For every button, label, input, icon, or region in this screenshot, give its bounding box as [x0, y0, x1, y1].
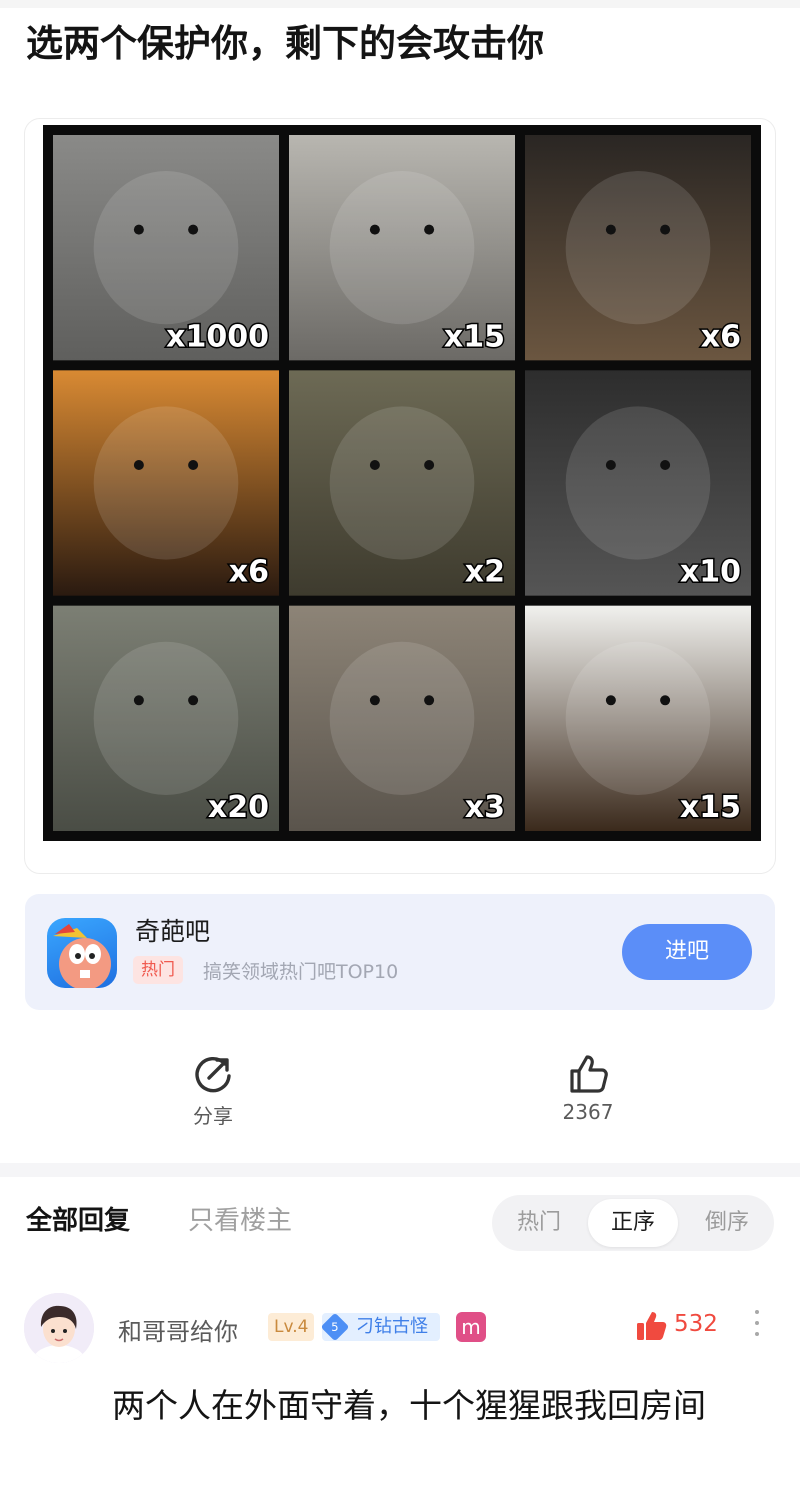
comment-like-count: 532: [674, 1311, 718, 1337]
fan-level-icon: 5: [320, 1312, 350, 1342]
meme-tile-label: x10: [680, 555, 741, 590]
tab-op-only[interactable]: 只看楼主: [188, 1200, 292, 1237]
sort-descending[interactable]: 倒序: [682, 1199, 772, 1247]
forum-description: 搞笑领域热门吧TOP10: [203, 961, 399, 983]
sort-ascending[interactable]: 正序: [588, 1199, 678, 1247]
meme-tile-label: x20: [208, 790, 269, 825]
meme-image[interactable]: x1000 x15 x6 x6 x2 x10 x20 x3 x15: [43, 125, 761, 841]
meme-tile-crocodile: x20: [53, 605, 279, 831]
top-divider: [0, 0, 800, 8]
fan-badge: 5 刁钻古怪: [320, 1312, 440, 1342]
meme-tile-label: x15: [444, 319, 505, 354]
meme-tile-bear: x6: [525, 135, 751, 361]
member-badge: m: [456, 1312, 486, 1342]
meme-tile-rat: x1000: [53, 135, 279, 361]
fan-name: 刁钻古怪: [356, 1316, 428, 1337]
comment-like-button[interactable]: 532: [634, 1309, 718, 1347]
tab-all-replies[interactable]: 全部回复: [26, 1200, 130, 1237]
meme-tile-label: x6: [229, 555, 269, 590]
username[interactable]: 和哥哥给你: [118, 1312, 238, 1347]
user-avatar-icon: [24, 1293, 94, 1363]
meme-tile-label: x3: [465, 790, 505, 825]
forum-avatar: [47, 918, 117, 988]
avatar[interactable]: [24, 1293, 94, 1363]
thumbs-up-icon: [570, 1055, 608, 1093]
forum-card[interactable]: 奇葩吧 热门 搞笑领域热门吧TOP10 进吧: [25, 894, 775, 1010]
post-title: 选两个保护你，剩下的会攻击你: [26, 22, 544, 65]
share-icon: [195, 1056, 231, 1093]
share-label: 分享: [193, 1104, 233, 1128]
thumbs-up-filled-icon: [637, 1312, 667, 1340]
meme-tile-wolf: x15: [289, 135, 515, 361]
like-button[interactable]: 2367: [528, 1052, 648, 1124]
forum-name[interactable]: 奇葩吧: [135, 912, 210, 948]
enter-forum-button[interactable]: 进吧: [622, 924, 752, 980]
meme-tile-label: x6: [701, 319, 741, 354]
sort-toggle: 热门 正序 倒序: [492, 1195, 774, 1251]
meme-grid: x1000 x15 x6 x6 x2 x10 x20 x3 x15: [53, 135, 751, 831]
meme-tile-label: x2: [465, 555, 505, 590]
meme-tile-hunter: x2: [289, 370, 515, 596]
meme-tile-label: x15: [680, 790, 741, 825]
meme-tile-elephant: x3: [289, 605, 515, 831]
fan-level: 5: [331, 1319, 339, 1335]
meme-tile-eagle: x15: [525, 605, 751, 831]
sort-hot[interactable]: 热门: [494, 1199, 584, 1247]
post-image-card[interactable]: x1000 x15 x6 x6 x2 x10 x20 x3 x15: [24, 118, 776, 874]
comment-text: 两个人在外面守着，十个猩猩跟我回房间: [112, 1386, 706, 1425]
more-options-icon[interactable]: [753, 1310, 763, 1343]
meme-tile-tiger: x6: [53, 370, 279, 596]
section-divider: [0, 1163, 800, 1177]
level-badge: Lv.4: [268, 1313, 315, 1341]
forum-logo-icon: [53, 924, 111, 988]
hot-tag: 热门: [133, 956, 183, 984]
share-button[interactable]: 分享: [153, 1052, 273, 1129]
like-count: 2367: [562, 1100, 614, 1124]
meme-tile-label: x1000: [166, 319, 269, 354]
meme-tile-gorilla: x10: [525, 370, 751, 596]
